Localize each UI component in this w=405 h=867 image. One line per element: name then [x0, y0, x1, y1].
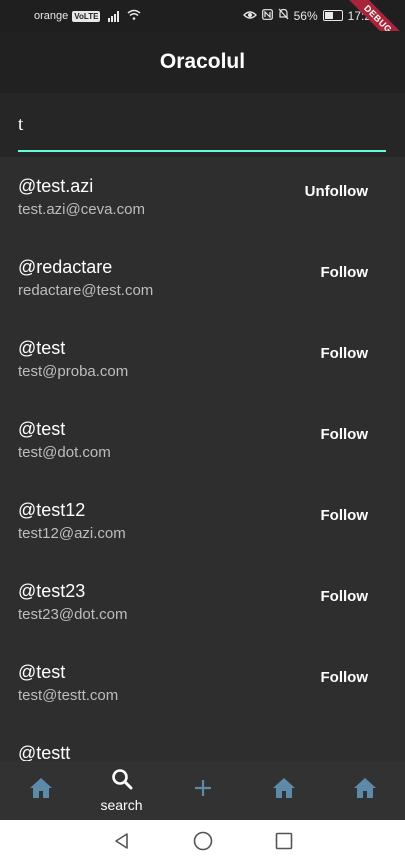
battery-icon: [322, 10, 343, 21]
bell-off-icon: [278, 8, 289, 23]
carrier-label: orange: [34, 10, 69, 22]
follow-button[interactable]: Follow: [321, 339, 369, 368]
bottom-navigation: search: [0, 761, 405, 820]
user-email: test@testt.com: [18, 687, 119, 704]
user-username: @redactare: [18, 257, 113, 277]
home-icon: [29, 777, 53, 804]
follow-button[interactable]: Follow: [321, 258, 369, 287]
add-icon: [193, 778, 213, 803]
user-row[interactable]: @test.azi test.azi@ceva.com Unfollow: [0, 157, 405, 238]
home-circle-icon[interactable]: [193, 831, 213, 856]
user-row[interactable]: @test12 test12@azi.com Follow: [0, 481, 405, 562]
user-username: @test12: [18, 500, 86, 520]
user-email: test23@dot.com: [18, 606, 128, 623]
user-email: test.azi@ceva.com: [18, 201, 145, 218]
follow-button[interactable]: Follow: [321, 582, 369, 611]
search-icon: [111, 768, 133, 795]
follow-button[interactable]: Follow: [321, 420, 369, 449]
follow-button[interactable]: Follow: [321, 663, 369, 692]
nfc-icon: [261, 8, 273, 23]
nav-item-home-4[interactable]: [330, 777, 400, 804]
user-username: @test: [18, 419, 66, 439]
user-row[interactable]: @test test@proba.com Follow: [0, 319, 405, 400]
search-input[interactable]: [18, 109, 386, 141]
recents-icon[interactable]: [275, 832, 293, 855]
page-title: Oracolul: [159, 50, 246, 73]
follow-button[interactable]: Follow: [321, 501, 369, 530]
user-username: @test: [18, 338, 66, 358]
status-right: 56% 17:2: [242, 8, 371, 23]
user-email: redactare@test.com: [18, 282, 154, 299]
user-row[interactable]: @redactare redactare@test.com Follow: [0, 238, 405, 319]
nav-item-search-1[interactable]: search: [87, 768, 157, 813]
volte-badge: VoLTE: [72, 10, 101, 22]
battery-percent: 56%: [293, 8, 318, 23]
nav-item-home-0[interactable]: [6, 777, 76, 804]
user-list[interactable]: @test.azi test.azi@ceva.com Unfollow @redac…: [0, 157, 405, 761]
search-area: [0, 93, 405, 157]
user-email: test12@azi.com: [18, 525, 126, 542]
user-row[interactable]: @testt: [0, 724, 405, 761]
eye-icon: [242, 9, 257, 23]
status-bar: orange VoLTE 56% 17:2 DEBUG: [0, 0, 405, 63]
user-email: test@proba.com: [18, 363, 129, 380]
user-row[interactable]: @test test@dot.com Follow: [0, 400, 405, 481]
home-icon: [272, 777, 296, 804]
unfollow-button[interactable]: Unfollow: [305, 177, 368, 206]
system-navigation-bar: [0, 820, 405, 867]
app-bar: Oracolul: [0, 31, 405, 93]
home-icon: [353, 777, 377, 804]
nav-label: search: [100, 797, 143, 813]
battery-fill: [324, 12, 334, 19]
back-icon[interactable]: [113, 832, 131, 855]
user-username: @test: [18, 662, 66, 682]
user-username: @test.azi: [18, 176, 94, 196]
user-row[interactable]: @test23 test23@dot.com Follow: [0, 562, 405, 643]
search-underline: [18, 150, 386, 152]
user-row[interactable]: @test test@testt.com Follow: [0, 643, 405, 724]
wifi-icon: [127, 9, 141, 23]
user-username: @test23: [18, 581, 86, 601]
signal-icon: [108, 10, 120, 22]
nav-item-home-3[interactable]: [249, 777, 319, 804]
user-email: test@dot.com: [18, 444, 111, 461]
nav-item-add-2[interactable]: [168, 778, 238, 803]
status-left: orange VoLTE: [34, 9, 141, 23]
user-username: @testt: [18, 743, 71, 761]
